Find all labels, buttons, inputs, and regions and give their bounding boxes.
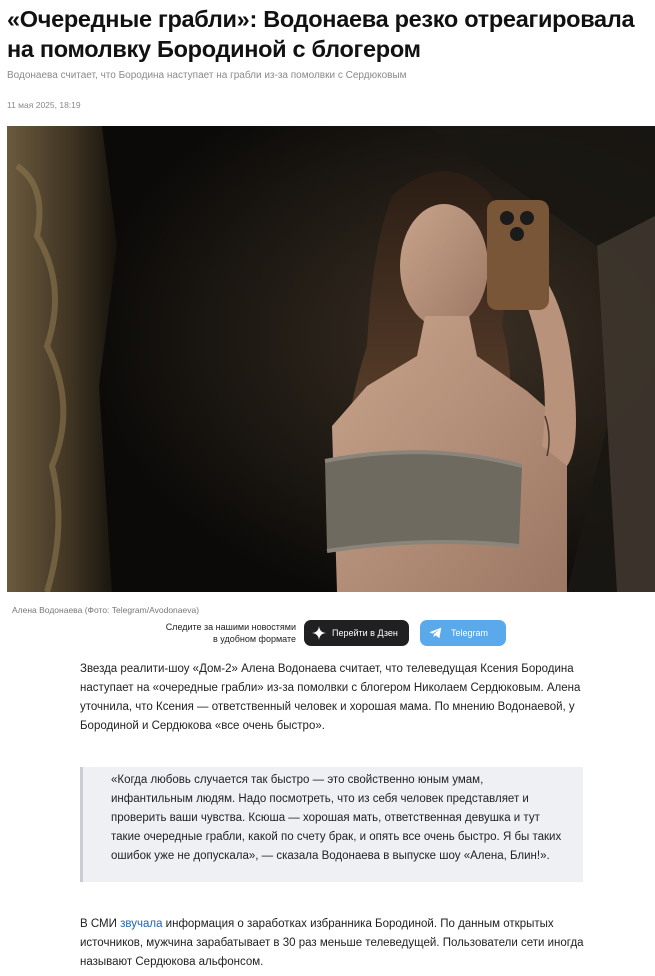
follow-block: Следите за нашими новостями в удобном фо… — [150, 618, 520, 648]
dzen-button-label: Перейти в Дзен — [332, 628, 398, 638]
quote-text: «Когда любовь случается так быстро — это… — [111, 774, 562, 862]
article-subtitle: Водонаева считает, что Бородина наступае… — [7, 70, 407, 81]
article-photo[interactable] — [7, 126, 655, 592]
dzen-button[interactable]: Перейти в Дзен — [304, 620, 409, 646]
blockquote: «Когда любовь случается так быстро — это… — [80, 767, 583, 882]
follow-text: Следите за нашими новостями в удобном фо… — [165, 622, 296, 644]
photo-caption: Алена Водонаева (Фото: Telegram/Avodonae… — [12, 605, 200, 615]
telegram-button-label: Telegram — [451, 628, 489, 638]
telegram-button[interactable]: Telegram — [420, 620, 506, 646]
source-link[interactable]: звучала — [120, 918, 162, 930]
article-title: «Очередные грабли»: Водонаева резко отре… — [7, 6, 635, 62]
woman-mirror-selfie-image — [7, 126, 655, 592]
telegram-plane-icon — [429, 627, 442, 639]
paragraph-2-start: В СМИ — [80, 918, 121, 930]
article-paragraph-1: Звезда реалити-шоу «Дом-2» Алена Водонае… — [80, 663, 581, 732]
dzen-star-icon — [312, 626, 326, 640]
article-paragraph-2: В СМИ звучала информация о заработках из… — [80, 915, 585, 972]
article-page: «Очередные грабли»: Водонаева резко отре… — [0, 0, 655, 976]
publish-date: 11 мая 2025, 18:19 — [7, 100, 81, 110]
